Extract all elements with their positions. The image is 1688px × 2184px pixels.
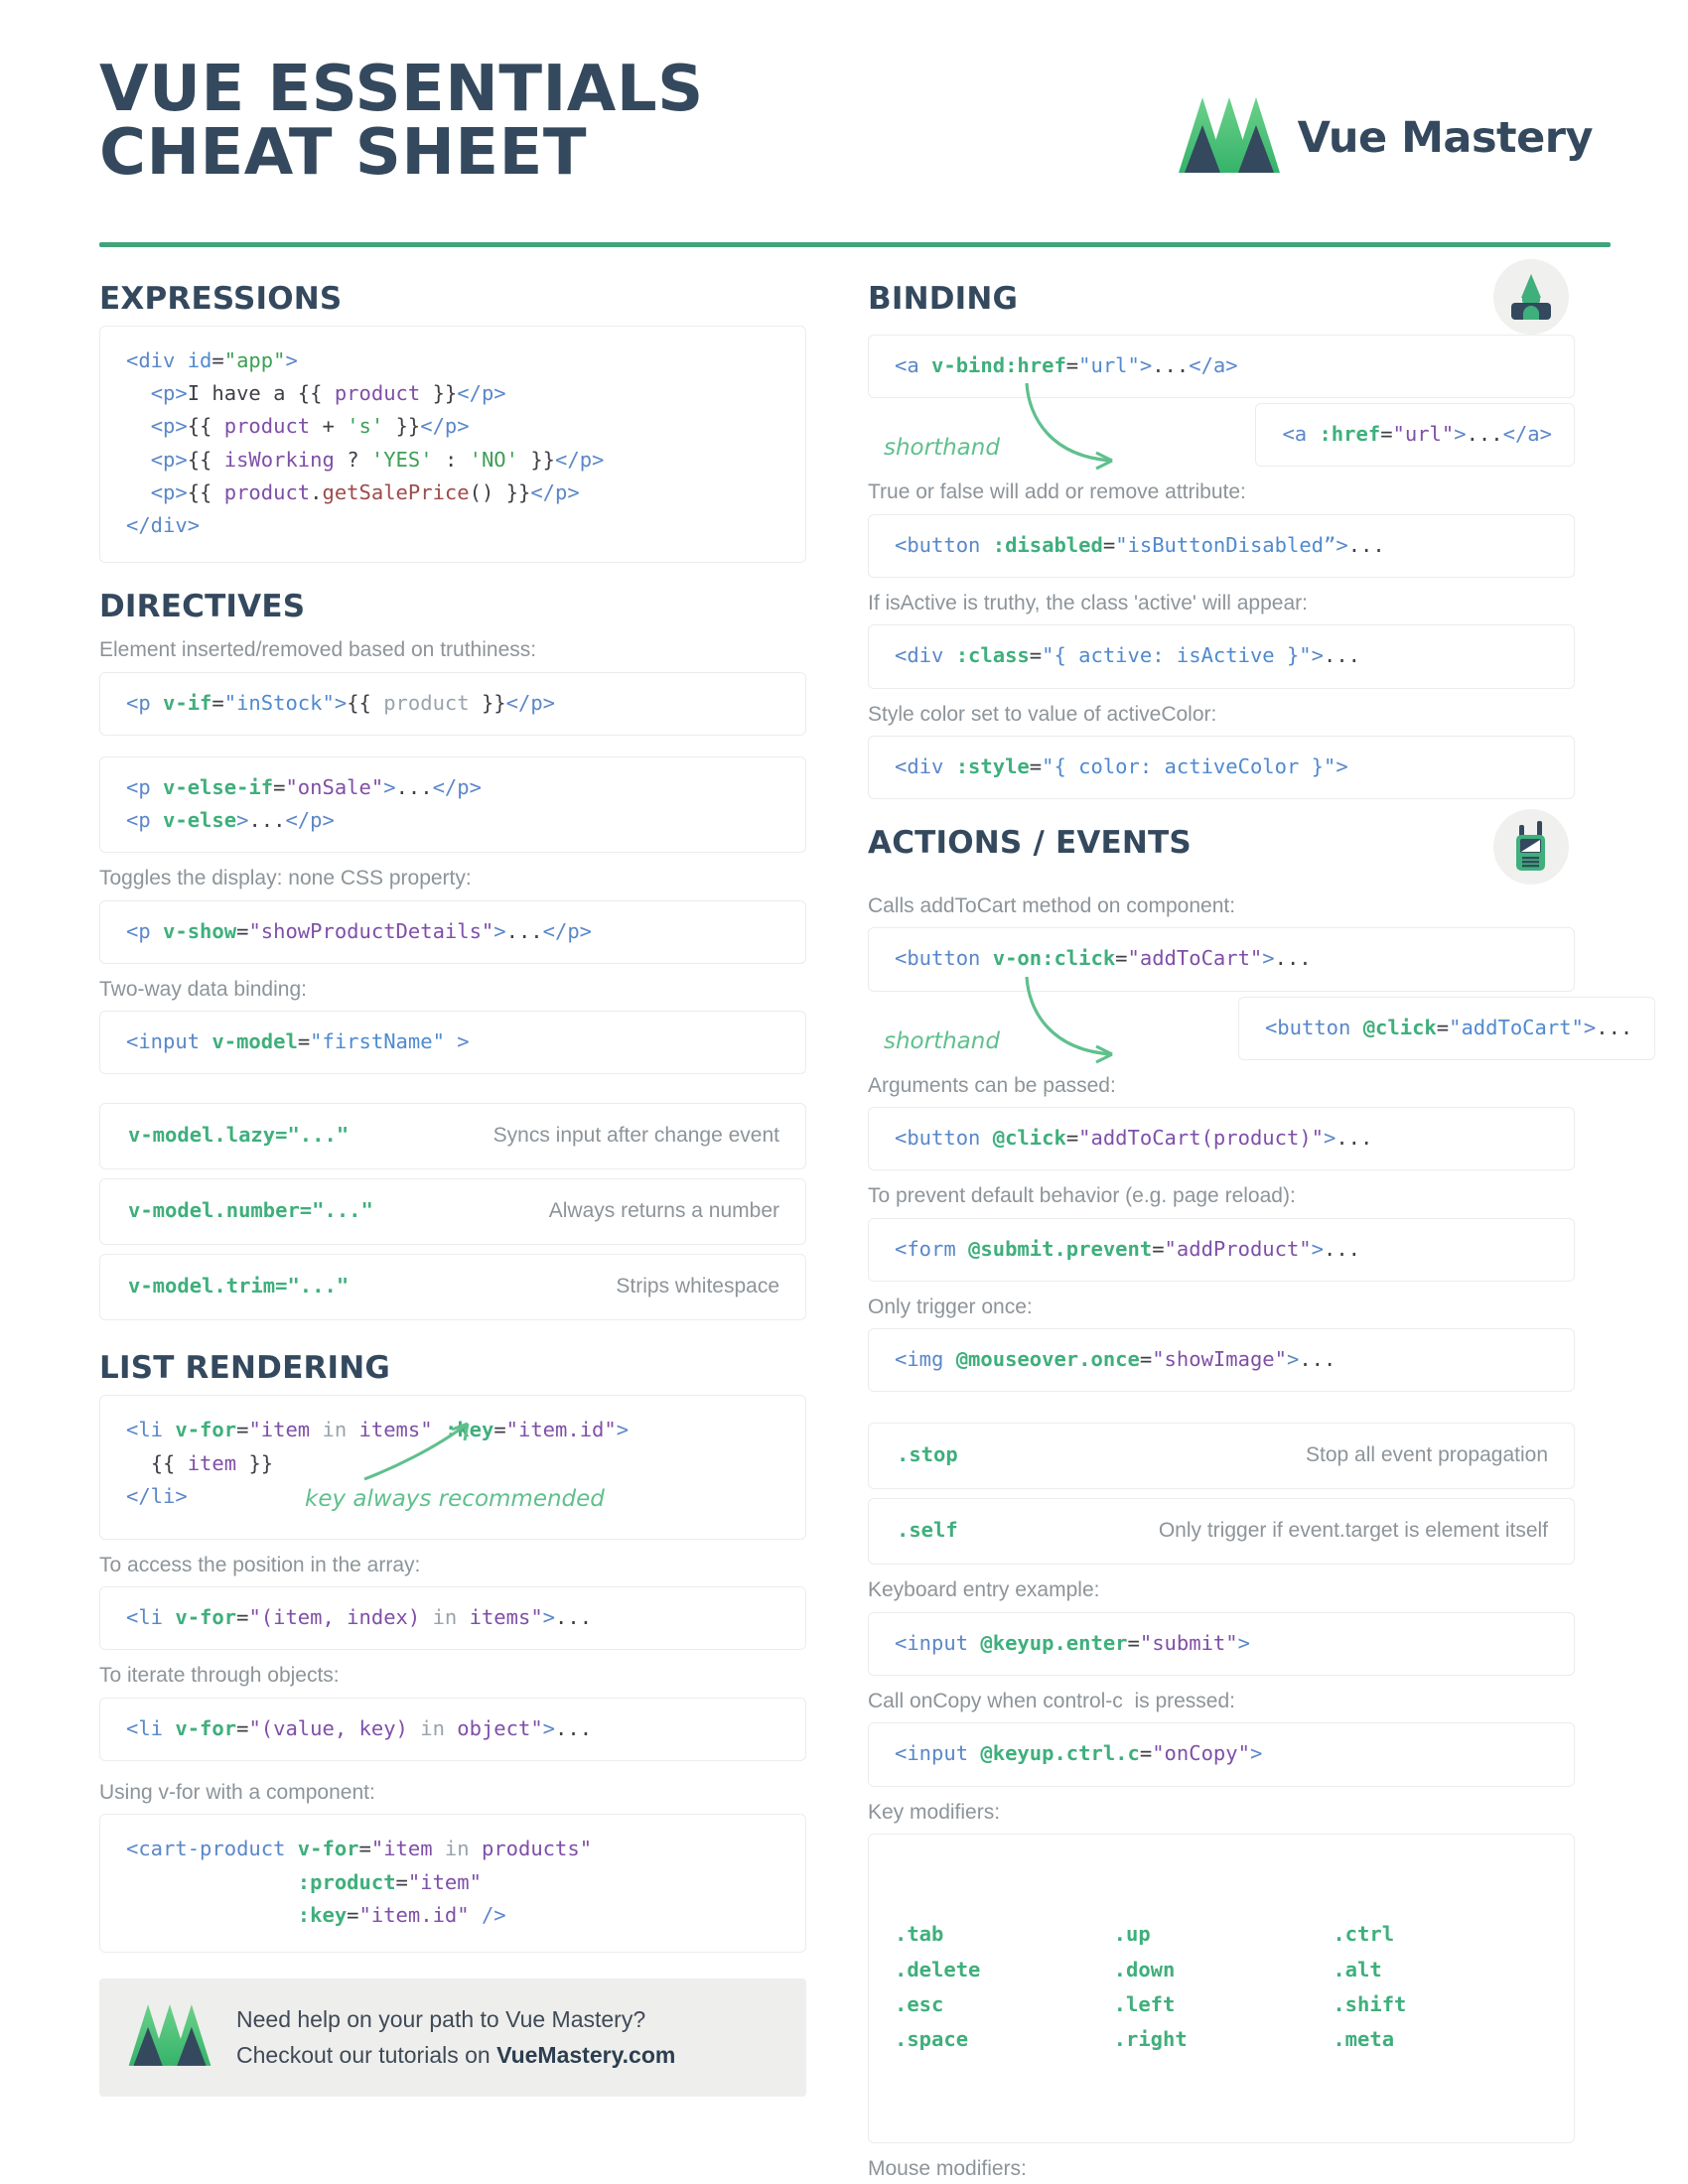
caption-key-modifiers: Key modifiers: (868, 1800, 1001, 1824)
modifier-code: v-model.lazy="..." (128, 1123, 350, 1148)
shorthand-binding-group: shorthand <a :href="url">...</a> (868, 383, 1575, 471)
code-row-stop-modifier: .stop Stop all event propagation (868, 1423, 1575, 1490)
key-modifier: .esc (895, 1991, 944, 2016)
code-row-v-model-lazy: v-model.lazy="..." Syncs input after cha… (99, 1103, 806, 1170)
modifier-description: Always returns a number (548, 1199, 779, 1223)
page-header: VUE ESSENTIALS CHEAT SHEET Vue Mastery (99, 52, 1611, 228)
code-row-v-model-number: v-model.number="..." Always returns a nu… (99, 1178, 806, 1246)
left-column: EXPRESSIONS <div id="app"> <p>I have a {… (99, 281, 806, 2184)
code-block-args: <button @click="addToCart(product)">... (868, 1107, 1575, 1171)
section-heading-actions: ACTIONS / EVENTS (868, 825, 1192, 862)
code-block-class: <div :class="{ active: isActive }">... (868, 624, 1575, 689)
code-block-v-bind: <a v-bind:href="url">...</a> (868, 335, 1575, 399)
vue-mastery-mountain-logo-icon (127, 2002, 212, 2073)
shorthand-actions-group: shorthand <button @click="addToCart">... (868, 976, 1656, 1064)
code-block-keyboard: <input @keyup.enter="submit"> (868, 1611, 1575, 1677)
code-block-v-on: <button v-on:click="addToCart">... (868, 927, 1575, 992)
key-modifier: .tab (895, 1922, 944, 1947)
code-block-disabled: <button :disabled="isButtonDisabled”>... (868, 513, 1575, 578)
section-heading-list-rendering: LIST RENDERING (99, 1350, 391, 1387)
code-block-expressions: <div id="app"> <p>I have a {{ product }}… (99, 326, 806, 564)
caption-v-for-index: To access the position in the array: (99, 1553, 421, 1576)
caption-style: Style color set to value of activeColor: (868, 702, 1217, 726)
right-column: BINDING <a v-bind:href="url">...</a> sho… (868, 259, 1656, 2184)
cta-line-2: Checkout our tutorials on VueMastery.com (236, 2038, 675, 2074)
caption-disabled: True or false will add or remove attribu… (868, 480, 1246, 504)
code-block-once: <img @mouseover.once="showImage">... (868, 1328, 1575, 1393)
cta-line-2-prefix: Checkout our tutorials on (236, 2041, 497, 2068)
section-heading-expressions: EXPRESSIONS (99, 281, 343, 317)
curved-arrow-icon (1025, 976, 1113, 1064)
caption-keyboard: Keyboard entry example: (868, 1578, 1100, 1602)
code-block-v-if: <p v-if="inStock">{{ product }}</p> (99, 671, 806, 736)
title-line-1: VUE ESSENTIALS (99, 53, 704, 126)
caption-once: Only trigger once: (868, 1295, 1033, 1318)
code-block-v-show: <p v-show="showProductDetails">...</p> (99, 899, 806, 964)
annotation-key-recommended: key always recommended (305, 1486, 605, 1513)
caption-v-model: Two-way data binding: (99, 977, 307, 1001)
caption-v-on: Calls addToCart method on component: (868, 894, 1236, 918)
code-block-v-for-index: <li v-for="(item, index) in items">... (99, 1586, 806, 1651)
modifier-code: v-model.trim="..." (128, 1274, 350, 1298)
cheat-sheet-page: VUE ESSENTIALS CHEAT SHEET Vue Mastery E… (0, 0, 1688, 2184)
vue-mastery-mountain-logo-icon (1177, 95, 1282, 180)
curved-arrow-icon (363, 1422, 470, 1481)
caption-v-for-object: To iterate through objects: (99, 1664, 340, 1688)
curved-arrow-icon (1025, 383, 1113, 471)
key-modifier: .left (1113, 1991, 1176, 2016)
caption-mouse-modifiers: Mouse modifiers: (868, 2156, 1027, 2180)
code-block-v-else: <p v-else-if="onSale">...</p> <p v-else>… (99, 755, 806, 854)
caption-v-show: Toggles the display: none CSS property: (99, 867, 472, 890)
code-block-key-modifiers: .tab .up .ctrl .delete .down .alt .esc .… (868, 1833, 1575, 2143)
code-block-v-for-object: <li v-for="(value, key) in object">... (99, 1697, 806, 1762)
caption-prevent: To prevent default behavior (e.g. page r… (868, 1184, 1296, 1208)
code-row-self-modifier: .self Only trigger if event.target is el… (868, 1498, 1575, 1566)
section-heading-directives: DIRECTIVES (99, 589, 306, 625)
caption-args: Arguments can be passed: (868, 1073, 1116, 1097)
brand-lockup: Vue Mastery (1177, 52, 1611, 180)
modifier-code: v-model.number="..." (128, 1198, 373, 1223)
code-block-prevent: <form @submit.prevent="addProduct">... (868, 1217, 1575, 1282)
cta-link[interactable]: VueMastery.com (496, 2042, 675, 2068)
event-modifier-description: Only trigger if event.target is element … (1158, 1519, 1548, 1543)
glue-bottle-icon (1493, 259, 1569, 335)
key-modifier: .meta (1333, 2026, 1395, 2051)
modifier-description: Strips whitespace (616, 1275, 779, 1298)
title-line-2: CHEAT SHEET (99, 116, 587, 190)
code-block-v-model: <input v-model="firstName" > (99, 1011, 806, 1075)
page-title: VUE ESSENTIALS CHEAT SHEET (99, 52, 704, 185)
event-modifier-code: .self (897, 1518, 958, 1543)
code-block-copy: <input @keyup.ctrl.c="onCopy"> (868, 1722, 1575, 1787)
key-modifier: .up (1113, 1922, 1151, 1947)
code-row-v-model-trim: v-model.trim="..." Strips whitespace (99, 1254, 806, 1321)
caption-copy: Call onCopy when control-c is pressed: (868, 1690, 1236, 1713)
key-modifier: .delete (895, 1957, 981, 1981)
cta-line-1: Need help on your path to Vue Mastery? (236, 2005, 646, 2032)
caption-v-if: Element inserted/removed based on truthi… (99, 638, 537, 662)
key-modifier: .shift (1333, 1991, 1407, 2016)
brand-name: Vue Mastery (1297, 112, 1594, 163)
cta-banner[interactable]: Need help on your path to Vue Mastery? C… (99, 1978, 806, 2098)
code-block-v-on-shorthand: <button @click="addToCart">... (1237, 996, 1656, 1060)
code-block-style: <div :style="{ color: activeColor }"> (868, 735, 1575, 800)
code-block-v-bind-shorthand: <a :href="url">...</a> (1255, 403, 1575, 468)
key-modifier: .right (1113, 2026, 1188, 2051)
code-block-v-for-component: <cart-product v-for="item in products" :… (99, 1814, 806, 1953)
key-modifier: .alt (1333, 1957, 1382, 1981)
annotation-shorthand: shorthand (884, 435, 1000, 462)
event-modifier-code: .stop (897, 1442, 958, 1467)
caption-v-for-component: Using v-for with a component: (99, 1781, 375, 1805)
key-modifier: .space (895, 2026, 969, 2051)
code-block-v-for: <li v-for="item in items" :key="item.id"… (99, 1395, 806, 1540)
header-divider (99, 242, 1611, 247)
key-modifier: .down (1113, 1957, 1176, 1981)
key-modifier: .ctrl (1333, 1922, 1395, 1947)
caption-class: If isActive is truthy, the class 'active… (868, 591, 1308, 614)
section-heading-binding: BINDING (868, 281, 1019, 317)
modifier-description: Syncs input after change event (492, 1124, 779, 1148)
walkie-talkie-icon (1493, 809, 1569, 886)
event-modifier-description: Stop all event propagation (1305, 1443, 1548, 1467)
annotation-shorthand: shorthand (884, 1027, 1000, 1054)
